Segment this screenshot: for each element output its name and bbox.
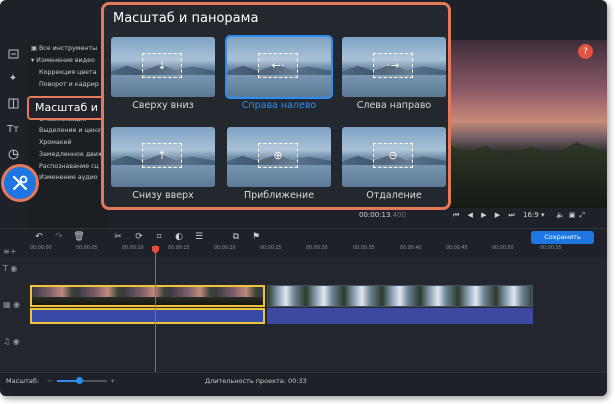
help-button[interactable]: ?: [578, 44, 593, 59]
ruler-tick: 00:00:15: [168, 246, 190, 251]
zoom-out-icon: ⊖: [373, 143, 413, 168]
arrow-down-icon: ↓: [142, 53, 182, 78]
undo-icon[interactable]: ↶: [33, 231, 45, 242]
zoom-in-small-icon[interactable]: +: [110, 377, 115, 385]
marker-icon[interactable]: ⚑: [250, 231, 262, 242]
tool-item-slow-motion[interactable]: Замедленное движ: [39, 151, 104, 158]
tool-item-highlight-censor[interactable]: Выделение и цензу: [39, 127, 104, 134]
crop-icon[interactable]: ⌗: [153, 231, 165, 242]
cut-icon[interactable]: ✂: [112, 231, 124, 242]
tools-button[interactable]: [1, 164, 39, 202]
audio-clip-forest[interactable]: [267, 308, 533, 324]
ruler-tick: 00:00:30: [306, 246, 328, 251]
video-clip-forest[interactable]: [267, 285, 533, 307]
arrow-right-icon: ·→: [373, 53, 413, 78]
popup-title: Масштаб и панорама: [113, 11, 259, 26]
preset-label: Справа налево: [241, 100, 317, 111]
transitions-icon[interactable]: [5, 95, 21, 111]
rotate-icon[interactable]: ⟳: [133, 231, 145, 242]
project-duration: Длительность проекта: 00:33: [205, 377, 307, 385]
zoom-out-small-icon[interactable]: −: [47, 377, 52, 385]
preset-right-to-left[interactable]: ←·: [227, 37, 331, 97]
tool-item-scene-detection[interactable]: Распознавание сц: [39, 163, 99, 170]
playhead[interactable]: [155, 245, 156, 373]
preset-label: Слева направо: [356, 100, 432, 111]
ruler-tick: 00:00:55: [540, 246, 562, 251]
ruler-tick: 00:00:05: [76, 246, 98, 251]
ruler-tick: 00:00:45: [446, 246, 468, 251]
aspect-ratio-select[interactable]: 16:9 ▾: [523, 211, 544, 219]
ruler-tick: 00:00:10: [122, 246, 144, 251]
player-timecode: 00:00:13.400: [359, 211, 407, 219]
save-button[interactable]: Сохранить: [531, 231, 594, 244]
video-clip-sunset[interactable]: [30, 285, 265, 307]
redo-icon[interactable]: ↷: [53, 231, 65, 242]
zoom-in-icon: ⊕: [258, 143, 298, 168]
arrow-left-icon: ←·: [258, 53, 298, 78]
preset-zoom-in[interactable]: ⊕: [227, 127, 331, 187]
video-track-icon: ▦ ◉: [3, 300, 21, 309]
arrow-up-icon: ↑: [142, 143, 182, 168]
volume-snapshot-fullscreen-icons[interactable]: 🔈▣⤢: [556, 211, 589, 220]
preset-label: Снизу вверх: [132, 190, 194, 201]
audio-clip-sunset[interactable]: [30, 308, 265, 324]
ruler-tick: 00:00:35: [353, 246, 375, 251]
ruler-tick: 00:00:50: [492, 246, 514, 251]
preset-top-to-bottom[interactable]: ↓: [111, 37, 215, 97]
preset-bottom-to-top[interactable]: ↑: [111, 127, 215, 187]
title-track-icon: T ◉: [3, 264, 18, 273]
left-icon-bar: ✦ Tт: [0, 40, 26, 234]
ruler-tick: 00:00:00: [30, 246, 52, 251]
magic-wand-icon[interactable]: ✦: [5, 70, 21, 86]
ruler-tick: 00:00:40: [400, 246, 422, 251]
preset-label: Отдаление: [366, 190, 422, 201]
timeline-toolbar: [0, 228, 607, 246]
delete-icon[interactable]: 🗑: [73, 231, 85, 242]
color-adjust-icon[interactable]: ◐: [173, 231, 185, 242]
clip-properties-icon[interactable]: ☰: [193, 231, 205, 242]
preset-zoom-out[interactable]: ⊖: [342, 127, 446, 187]
preset-label: Приближение: [243, 190, 315, 201]
ruler-tick: 00:00:20: [214, 246, 236, 251]
playback-buttons[interactable]: ⏮ ◀ ▶ ▶ ⏭: [453, 211, 518, 220]
add-track-icon[interactable]: ≡+: [3, 247, 16, 256]
preset-left-to-right[interactable]: ·→: [342, 37, 446, 97]
zoom-slider-handle[interactable]: [76, 377, 83, 384]
preset-label: Сверху вниз: [132, 100, 194, 111]
tool-item-edit-video[interactable]: ▾ Изменение видео: [31, 57, 95, 64]
tools-panel: ▣ Все инструменты ▾ Изменение видео Корр…: [28, 40, 108, 234]
tool-item-rotate-crop[interactable]: Поворот и кадрир: [39, 81, 99, 88]
titles-icon[interactable]: Tт: [5, 121, 21, 137]
tool-item-color-correction[interactable]: Коррекция цвета: [39, 69, 97, 76]
tools-icon: [12, 175, 28, 191]
zoom-pan-popup: Масштаб и панорама ↓ Сверху вниз ←· Спра…: [101, 2, 451, 210]
scale-label: Масштаб:: [6, 377, 40, 385]
transitions-wizard-icon[interactable]: ⧉: [230, 231, 242, 242]
import-icon[interactable]: [5, 45, 21, 61]
stickers-icon[interactable]: [5, 146, 21, 162]
tool-item-all-tools[interactable]: ▣ Все инструменты: [31, 45, 97, 52]
tool-item-chroma-key[interactable]: Хромакей: [39, 139, 72, 146]
music-track-icon: ♫ ◉: [3, 337, 20, 346]
ruler-tick: 00:00:25: [260, 246, 282, 251]
tool-item-audio-edit[interactable]: Изменение аудио: [39, 174, 98, 181]
